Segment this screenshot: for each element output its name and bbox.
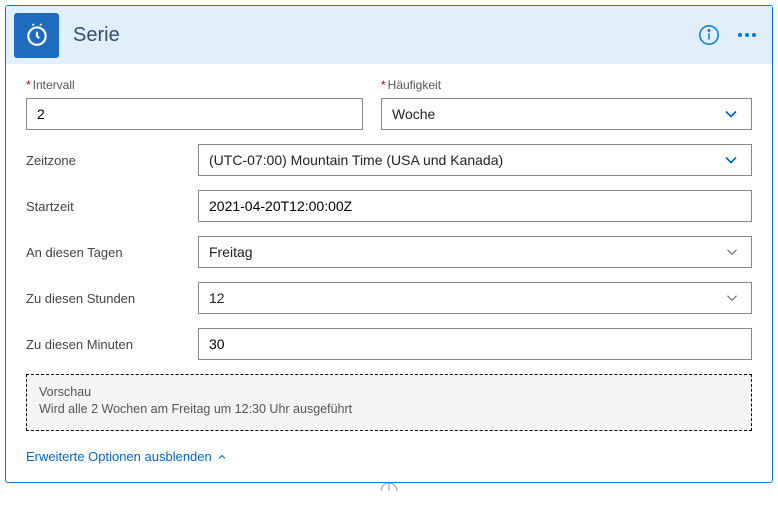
card-title: Serie <box>73 24 698 47</box>
timezone-value: (UTC-07:00) Mountain Time (USA und Kanad… <box>209 152 503 168</box>
timezone-select[interactable]: (UTC-07:00) Mountain Time (USA und Kanad… <box>198 144 752 176</box>
recurrence-icon <box>14 13 59 58</box>
minutes-label: Zu diesen Minuten <box>26 337 198 352</box>
starttime-input[interactable] <box>198 190 752 222</box>
recurrence-card: Serie *Intervall *Häufi <box>5 5 773 483</box>
chevron-down-icon <box>723 289 741 307</box>
preview-box: Vorschau Wird alle 2 Wochen am Freitag u… <box>26 374 752 431</box>
chevron-down-icon <box>721 104 741 124</box>
hours-select[interactable]: 12 <box>198 282 752 314</box>
hide-advanced-link[interactable]: Erweiterte Optionen ausblenden <box>26 449 228 464</box>
chevron-down-icon <box>721 150 741 170</box>
frequency-value: Woche <box>392 106 435 122</box>
advanced-link-label: Erweiterte Optionen ausblenden <box>26 449 212 464</box>
interval-input[interactable] <box>26 98 363 130</box>
info-icon[interactable] <box>698 24 720 46</box>
preview-text: Wird alle 2 Wochen am Freitag um 12:30 U… <box>39 402 739 416</box>
frequency-label: *Häufigkeit <box>381 78 752 92</box>
interval-label: *Intervall <box>26 78 363 92</box>
timezone-label: Zeitzone <box>26 153 198 168</box>
chevron-down-icon <box>723 243 741 261</box>
preview-title: Vorschau <box>39 385 739 399</box>
starttime-label: Startzeit <box>26 199 198 214</box>
hours-value: 12 <box>209 290 225 306</box>
days-select[interactable]: Freitag <box>198 236 752 268</box>
card-body: *Intervall *Häufigkeit Woche Zeitzone <box>6 64 772 482</box>
chevron-up-icon <box>216 451 228 463</box>
card-header: Serie <box>6 6 772 64</box>
days-label: An diesen Tagen <box>26 245 198 260</box>
frequency-select[interactable]: Woche <box>381 98 752 130</box>
connector <box>5 483 773 499</box>
days-value: Freitag <box>209 244 253 260</box>
more-icon[interactable] <box>738 33 756 37</box>
minutes-input[interactable] <box>198 328 752 360</box>
hours-label: Zu diesen Stunden <box>26 291 198 306</box>
